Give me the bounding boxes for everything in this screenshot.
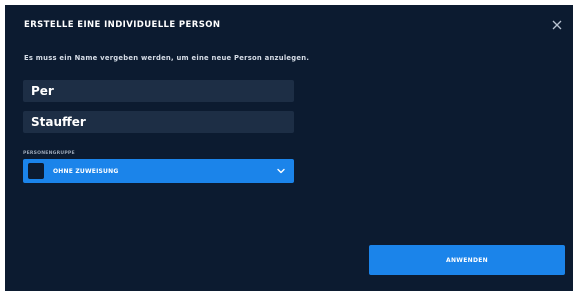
- apply-button[interactable]: ANWENDEN: [369, 245, 565, 275]
- create-person-dialog: ERSTELLE EINE INDIVIDUELLE PERSON Es mus…: [5, 5, 573, 291]
- close-icon: [552, 20, 562, 30]
- close-button[interactable]: [549, 17, 565, 33]
- first-name-input[interactable]: [31, 84, 286, 98]
- person-group-label: PERSONENGRUPPE: [23, 151, 75, 156]
- chevron-down-icon: [276, 166, 286, 176]
- last-name-input[interactable]: [31, 115, 286, 129]
- last-name-field[interactable]: [23, 111, 294, 133]
- person-group-select[interactable]: OHNE ZUWEISUNG: [23, 159, 294, 183]
- group-color-swatch: [28, 163, 44, 179]
- first-name-field[interactable]: [23, 80, 294, 102]
- dialog-title: ERSTELLE EINE INDIVIDUELLE PERSON: [24, 20, 221, 30]
- person-group-value: OHNE ZUWEISUNG: [53, 167, 119, 175]
- dialog-subtitle: Es muss ein Name vergeben werden, um ein…: [24, 54, 310, 62]
